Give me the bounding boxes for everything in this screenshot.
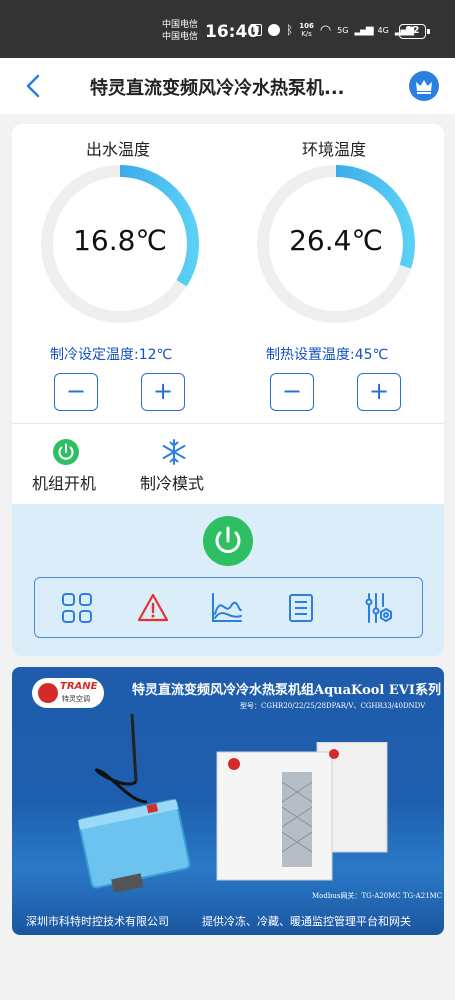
snowflake-icon <box>162 439 186 465</box>
status-icons: N ᛒ 106 K/s ◠ 5G ▂▄▆ 4G ▂▄▆ <box>250 22 414 38</box>
bluetooth-icon: ᛒ <box>286 23 294 37</box>
net-speed-value: 106 <box>299 22 314 30</box>
banner-company: 深圳市科特时控技术有限公司 <box>26 915 169 928</box>
function-toolbar <box>34 577 423 638</box>
settings-sliders-icon[interactable] <box>363 592 395 624</box>
status-bar: 中国电信 中国电信 16:40 N ᛒ 106 K/s ◠ 5G ▂▄▆ 4G … <box>0 0 455 58</box>
net-speed-unit: K/s <box>301 30 312 38</box>
power-icon <box>53 439 79 465</box>
trane-brand-text: TRANE <box>60 681 98 692</box>
carrier-info: 中国电信 中国电信 <box>162 19 198 43</box>
nfc-icon: N <box>250 24 262 36</box>
battery-indicator: 92 <box>399 24 430 39</box>
banner-model: 型号：CGHR20/22/25/28DPAR/V、CGHR33/40DNDV <box>240 702 426 710</box>
trane-logo: TRANE 特灵空调 <box>32 678 104 708</box>
cooling-setpoint-label: 制冷设定温度:12℃ <box>50 347 173 363</box>
vip-button[interactable] <box>409 71 439 101</box>
heat-pump-units-illustration <box>216 742 388 881</box>
net-speed: 106 K/s <box>299 22 314 38</box>
control-panel <box>12 504 444 656</box>
cooling-increase-button[interactable]: + <box>141 373 185 411</box>
cooling-decrease-button[interactable]: − <box>54 373 98 411</box>
page-title: 特灵直流变频风冷冷水热泵机... <box>90 78 345 99</box>
chevron-left-icon[interactable] <box>22 72 46 100</box>
ambient-temp-value: 26.4℃ <box>289 224 383 257</box>
product-banner[interactable]: TRANE 特灵空调 特灵直流变频风冷冷水热泵机组AquaKool EVI系列 … <box>12 667 444 935</box>
banner-title: 特灵直流变频风冷冷水热泵机组AquaKool EVI系列 <box>132 683 441 698</box>
banner-gateway: Modbus网关：TG-A20MC TG-A21MC <box>312 892 443 900</box>
power-button[interactable] <box>203 516 253 566</box>
outlet-temp-value: 16.8℃ <box>73 224 167 257</box>
carrier-2: 中国电信 <box>162 32 199 42</box>
trane-brand-cn: 特灵空调 <box>62 695 90 703</box>
divider <box>12 423 444 424</box>
unit-on-label: 机组开机 <box>32 474 97 493</box>
signal-2-label: 4G <box>377 25 389 35</box>
outlet-temp-label: 出水温度 <box>86 140 151 159</box>
list-icon[interactable] <box>285 592 317 624</box>
signal-bars-1-icon: ▂▄▆ <box>354 24 373 36</box>
device-card: 出水温度 16.8℃ 环境温度 26.4℃ 制冷设定温度:12℃ 制热设置温度:… <box>12 124 444 656</box>
gateway-device-illustration <box>78 713 191 892</box>
warning-icon[interactable] <box>137 592 169 624</box>
grid-icon[interactable] <box>61 592 93 624</box>
cooling-mode-label: 制冷模式 <box>140 474 205 493</box>
heating-setpoint-label: 制热设置温度:45℃ <box>266 347 389 363</box>
alarm-icon <box>268 24 280 36</box>
signal-1-label: 5G <box>337 25 349 35</box>
banner-slogan: 提供冷冻、冷藏、暖通监控管理平台和网关 <box>202 915 411 928</box>
crown-icon <box>416 80 432 94</box>
ambient-temp-label: 环境温度 <box>302 140 367 159</box>
power-button-icon <box>215 526 241 553</box>
chart-icon[interactable] <box>211 592 243 624</box>
heating-increase-button[interactable]: + <box>357 373 401 411</box>
heating-decrease-button[interactable]: − <box>270 373 314 411</box>
trane-logo-mark <box>38 683 58 703</box>
app-header: 特灵直流变频风冷冷水热泵机... <box>0 58 455 114</box>
carrier-1: 中国电信 <box>162 20 199 30</box>
wifi-icon: ◠ <box>319 22 332 38</box>
